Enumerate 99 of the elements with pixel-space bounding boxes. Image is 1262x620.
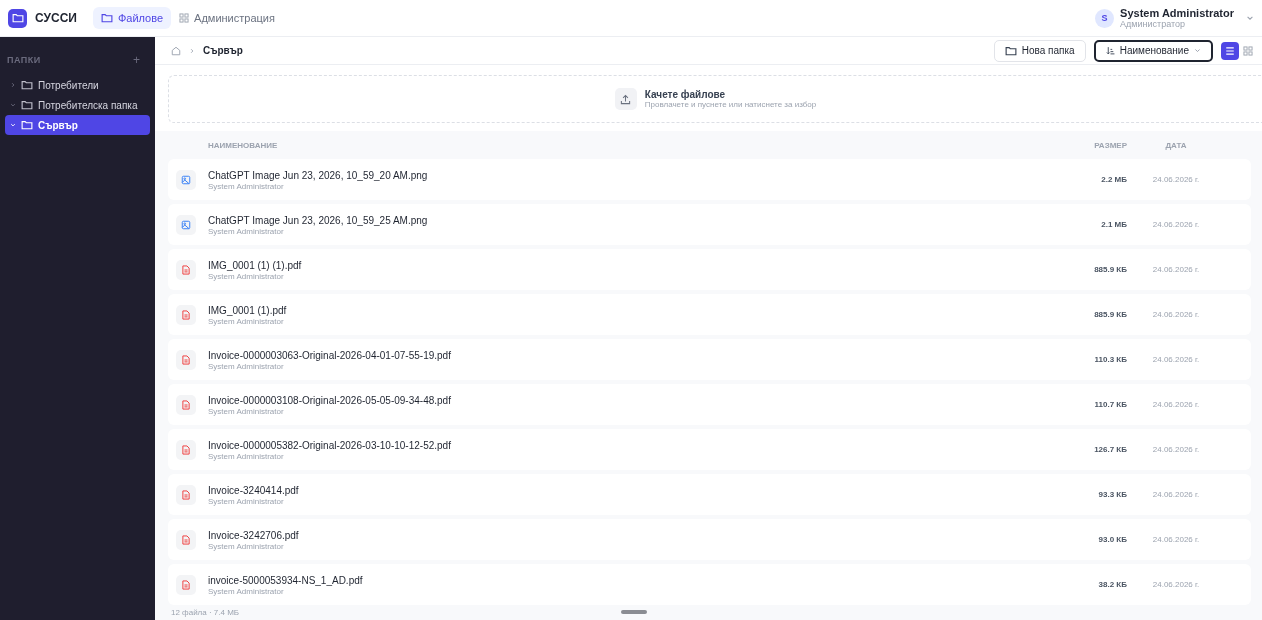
view-toggle[interactable]	[1221, 41, 1239, 60]
file-name: IMG_0001 (1) (1).pdf	[208, 258, 303, 272]
document-icon	[181, 444, 191, 455]
file-row[interactable]: Invoice-0000005382-Original-2026-03-10-10-12-52.pdf System Administrator 126.7 КБ 24.06.2026 г.	[168, 429, 1251, 470]
status-summary: 12 файла · 7.4 МБ	[171, 608, 240, 617]
column-header: РАЗМЕР	[1093, 141, 1128, 152]
document-icon	[181, 264, 191, 275]
upload-icon	[620, 93, 632, 105]
file-date: 24.06.2026 г.	[1151, 355, 1201, 364]
chevron-icon[interactable]	[10, 102, 16, 108]
file-row[interactable]: Invoice-0000003108-Original-2026-05-05-09-34-48.pdf System Administrator 110.7 КБ 24.06.2026 г.	[168, 384, 1251, 425]
file-owner: System Administrator	[208, 271, 285, 281]
sidebar-title: ПАПКИ	[7, 55, 41, 65]
app-name: СУССИ	[35, 11, 77, 25]
file-date: 24.06.2026 г.	[1151, 535, 1201, 544]
file-name: ChatGPT Image Jun 23, 2026, 10_59_25 AM.png	[208, 213, 429, 227]
file-name: IMG_0001 (1).pdf	[208, 303, 288, 317]
file-owner: System Administrator	[208, 496, 285, 506]
folder-icon	[100, 12, 113, 24]
chevron-down-icon	[1194, 47, 1201, 54]
folder-tree-item[interactable]: Потребителска папка	[5, 95, 150, 115]
file-date: 24.06.2026 г.	[1151, 400, 1201, 409]
folder-icon	[21, 99, 33, 111]
folder-icon	[1004, 44, 1017, 57]
file-size: 110.3 КБ	[1093, 355, 1128, 364]
column-header: ДАТА	[1164, 141, 1188, 152]
file-size: 2.1 МБ	[1100, 220, 1128, 229]
user-name: System Administrator	[1120, 7, 1234, 19]
user-role: Администратор	[1120, 19, 1187, 29]
upload-hint: Провлачете и пуснете или натиснете за избор	[644, 100, 817, 109]
chevron-down-icon[interactable]	[1246, 14, 1254, 22]
sort-icon	[1105, 46, 1115, 55]
file-owner: System Administrator	[208, 541, 285, 551]
nav-tab[interactable]: Администрация	[171, 7, 283, 29]
file-row[interactable]: IMG_0001 (1).pdf System Administrator 885.9 КБ 24.06.2026 г.	[168, 294, 1251, 335]
sort-dropdown[interactable]: Наименование	[1093, 39, 1213, 62]
file-name: Invoice-0000003063-Original-2026-04-01-07-55-19.pdf	[208, 348, 452, 362]
file-name: invoice-5000053934-NS_1_AD.pdf	[208, 573, 364, 587]
file-row[interactable]: Invoice-0000003063-Original-2026-04-01-07-55-19.pdf System Administrator 110.3 КБ 24.06.2026 г.	[168, 339, 1251, 380]
folder-icon	[21, 119, 33, 131]
file-size: 93.3 КБ	[1097, 490, 1128, 499]
folder-tree-item[interactable]: Потребители	[5, 75, 150, 95]
chevron-icon[interactable]	[10, 82, 16, 88]
file-owner: System Administrator	[208, 181, 285, 191]
folder-icon	[21, 79, 33, 91]
document-icon	[181, 534, 191, 545]
file-date: 24.06.2026 г.	[1151, 265, 1201, 274]
upload-title: Качете файлове	[644, 89, 727, 100]
folder-icon	[11, 12, 24, 24]
chevron-right-icon	[189, 47, 195, 54]
file-row[interactable]: Invoice-3240414.pdf System Administrator 93.3 КБ 24.06.2026 г.	[168, 474, 1251, 515]
document-icon	[181, 399, 191, 410]
list-icon	[1225, 45, 1235, 56]
upload-dropzone[interactable]: Качете файлове Провлачете и пуснете или натиснете за избор	[168, 75, 1262, 123]
file-date: 24.06.2026 г.	[1151, 580, 1201, 589]
home-icon[interactable]	[171, 45, 181, 56]
breadcrumb-current: Сървър	[203, 45, 243, 56]
file-row[interactable]: Invoice-3242706.pdf System Administrator 93.0 КБ 24.06.2026 г.	[168, 519, 1251, 560]
grid-icon	[179, 13, 190, 23]
file-owner: System Administrator	[208, 361, 285, 371]
file-row[interactable]: invoice-5000053934-NS_1_AD.pdf System Administrator 38.2 КБ 24.06.2026 г.	[168, 564, 1251, 605]
file-date: 24.06.2026 г.	[1151, 175, 1201, 184]
document-icon	[181, 354, 191, 365]
file-name: ChatGPT Image Jun 23, 2026, 10_59_20 AM.png	[208, 168, 429, 182]
document-icon	[181, 489, 191, 500]
scrollbar-thumb[interactable]	[621, 610, 647, 614]
file-row[interactable]: ChatGPT Image Jun 23, 2026, 10_59_20 AM.png System Administrator 2.2 МБ 24.06.2026 г.	[168, 159, 1251, 200]
file-size: 2.2 МБ	[1100, 175, 1128, 184]
file-size: 93.0 КБ	[1097, 535, 1128, 544]
file-date: 24.06.2026 г.	[1151, 445, 1201, 454]
file-owner: System Administrator	[208, 226, 285, 236]
image-icon	[181, 174, 191, 185]
folder-tree-item[interactable]: Сървър	[5, 115, 150, 135]
file-owner: System Administrator	[208, 406, 285, 416]
file-owner: System Administrator	[208, 451, 285, 461]
file-size: 38.2 КБ	[1097, 580, 1128, 589]
user-avatar[interactable]: S	[1095, 8, 1115, 28]
file-row[interactable]: ChatGPT Image Jun 23, 2026, 10_59_25 AM.png System Administrator 2.1 МБ 24.06.2026 г.	[168, 204, 1251, 245]
file-name: Invoice-0000005382-Original-2026-03-10-10-12-52.pdf	[208, 438, 452, 452]
column-header: НАИМЕНОВАНИЕ	[208, 141, 279, 152]
file-name: Invoice-3240414.pdf	[208, 483, 300, 497]
file-size: 126.7 КБ	[1093, 445, 1128, 454]
image-icon	[181, 219, 191, 230]
grid-icon	[1243, 45, 1253, 56]
file-date: 24.06.2026 г.	[1151, 310, 1201, 319]
new-folder-button[interactable]: Нова папка	[993, 39, 1086, 62]
document-icon	[181, 579, 191, 590]
file-row[interactable]: IMG_0001 (1) (1).pdf System Administrator 885.9 КБ 24.06.2026 г.	[168, 249, 1251, 290]
nav-tab[interactable]: Файлове	[92, 7, 172, 29]
file-date: 24.06.2026 г.	[1151, 490, 1201, 499]
file-size: 885.9 КБ	[1093, 265, 1128, 274]
file-owner: System Administrator	[208, 316, 285, 326]
file-name: Invoice-3242706.pdf	[208, 528, 300, 542]
file-name: Invoice-0000003108-Original-2026-05-05-09-34-48.pdf	[208, 393, 452, 407]
document-icon	[181, 309, 191, 320]
file-size: 110.7 КБ	[1093, 400, 1128, 409]
file-owner: System Administrator	[208, 586, 285, 596]
file-date: 24.06.2026 г.	[1151, 220, 1201, 229]
file-size: 885.9 КБ	[1093, 310, 1128, 319]
